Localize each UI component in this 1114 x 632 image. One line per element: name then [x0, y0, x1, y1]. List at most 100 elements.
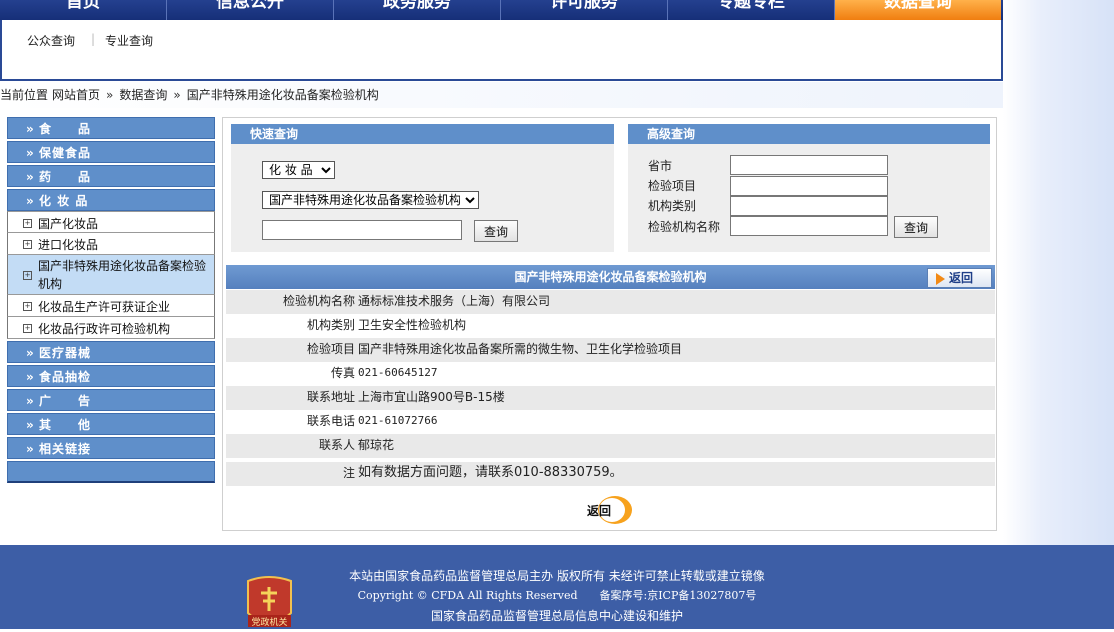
detail-row: 机构类别 卫生安全性检验机构 — [226, 314, 995, 338]
breadcrumb-current: 国产非特殊用途化妆品备案检验机构 — [186, 88, 379, 102]
category-select[interactable]: 化 妆 品 — [262, 161, 335, 179]
sidebar-cat-drugs[interactable]: » 药 品 — [7, 165, 215, 187]
row-value: 郁琼花 — [358, 438, 395, 452]
sidebar-cat-label: 相关链接 — [39, 442, 92, 456]
arrow-icon: » — [26, 346, 34, 360]
nav-item-home[interactable]: 首页 — [0, 0, 167, 20]
sidebar-sub-licensed-producers[interactable]: + 化妆品生产许可获证企业 — [7, 295, 215, 317]
sidebar-sub-label: 国产非特殊用途化妆品备案检验机构 — [38, 259, 207, 291]
note-value: 如有数据方面问题，请联系010-88330759。 — [358, 465, 623, 480]
arrow-icon: » — [26, 394, 34, 408]
nav-item-data-query[interactable]: 数据查询 — [835, 0, 1001, 20]
nav-item-topics[interactable]: 专题专栏 — [668, 0, 835, 20]
sidebar-cat-food-sampling[interactable]: » 食品抽检 — [7, 365, 215, 387]
sidebar-sub-label: 国产化妆品 — [38, 217, 99, 231]
sidebar-cat-health-food[interactable]: » 保健食品 — [7, 141, 215, 163]
breadcrumb-separator: » — [106, 88, 114, 102]
detail-row: 联系电话 021-61072766 — [226, 410, 995, 434]
detail-title: 国产非特殊用途化妆品备案检验机构 — [226, 265, 995, 289]
arrow-icon: » — [26, 170, 34, 184]
sidebar-sub-label: 化妆品生产许可获证企业 — [38, 300, 171, 314]
arrow-right-icon — [936, 272, 945, 285]
row-key: 检验机构名称 — [282, 294, 355, 308]
sidebar-cat-label: 医疗器械 — [39, 346, 92, 360]
quick-query-title: 快速查询 — [231, 124, 614, 144]
sidebar-sub-filing-labs[interactable]: + 国产非特殊用途化妆品备案检验机构 — [7, 255, 215, 295]
sidebar-cat-cosmetics[interactable]: » 化 妆 品 — [7, 189, 215, 211]
row-value: 021-61072766 — [358, 414, 438, 427]
row-value: 卫生安全性检验机构 — [358, 318, 467, 332]
expand-icon: + — [23, 302, 32, 311]
breadcrumb-data-query[interactable]: 数据查询 — [119, 88, 167, 102]
row-key: 检验项目 — [306, 342, 355, 356]
breadcrumb: 当前位置 网站首页 » 数据查询 » 国产非特殊用途化妆品备案检验机构 — [0, 82, 1003, 108]
sidebar-cat-links[interactable]: » 相关链接 — [7, 437, 215, 459]
background-gradient — [1003, 0, 1114, 545]
advanced-search-button[interactable]: 查询 — [894, 216, 939, 238]
footer-line-3: 国家食品药品监督管理总局信息中心建设和维护 — [430, 609, 683, 623]
sidebar-sub-domestic-cosmetics[interactable]: + 国产化妆品 — [7, 211, 215, 233]
arrow-icon: » — [26, 146, 34, 160]
org-name-input[interactable] — [730, 216, 888, 236]
breadcrumb-separator: » — [173, 88, 181, 102]
org-type-label: 机构类别 — [648, 199, 697, 213]
nav-item-gov-service[interactable]: 政务服务 — [334, 0, 501, 20]
sidebar-cat-label: 其 他 — [39, 418, 92, 432]
sidebar-sub-label: 化妆品行政许可检验机构 — [38, 322, 171, 336]
top-navigation: 首页 信息公开 政务服务 许可服务 专题专栏 数据查询 — [0, 0, 1003, 20]
main-content: 快速查询 化 妆 品 国产非特殊用途化妆品备案检验机构 查询 高级查询 省市 检… — [222, 117, 997, 531]
detail-row: 联系地址 上海市宜山路900号B-15楼 — [226, 386, 995, 410]
sidebar-cat-label: 药 品 — [39, 170, 92, 184]
row-value: 021-60645127 — [358, 366, 438, 379]
row-key: 联系人 — [318, 438, 355, 452]
sidebar-cat-food[interactable]: » 食 品 — [7, 117, 215, 139]
province-input[interactable] — [730, 155, 888, 175]
arrow-icon: » — [26, 122, 34, 136]
row-value: 上海市宜山路900号B-15楼 — [358, 390, 505, 404]
org-type-input[interactable] — [730, 196, 888, 216]
detail-row: 传真 021-60645127 — [226, 362, 995, 386]
test-item-input[interactable] — [730, 176, 888, 196]
back-button-small[interactable]: 返回 — [927, 268, 992, 288]
keyword-input[interactable] — [262, 220, 462, 240]
sidebar-footer-bar — [7, 461, 215, 483]
breadcrumb-home[interactable]: 网站首页 — [52, 88, 100, 102]
row-key: 传真 — [330, 366, 355, 380]
sidebar-cat-label: 食品抽检 — [39, 370, 92, 384]
detail-row: 联系人 郁琼花 — [226, 434, 995, 458]
type-select[interactable]: 国产非特殊用途化妆品备案检验机构 — [262, 191, 479, 209]
arrow-icon: » — [26, 370, 34, 384]
quick-query-panel: 快速查询 化 妆 品 国产非特殊用途化妆品备案检验机构 查询 — [231, 124, 614, 252]
arrow-icon: » — [26, 442, 34, 456]
footer-copyright: Copyright © CFDA All Rights Reserved 备案序… — [357, 589, 757, 602]
sidebar-sub-admin-labs[interactable]: + 化妆品行政许可检验机构 — [7, 317, 215, 339]
expand-icon: + — [23, 271, 32, 280]
expand-icon: + — [23, 324, 32, 333]
detail-row: 检验项目 国产非特殊用途化妆品备案所需的微生物、卫生化学检验项目 — [226, 338, 995, 362]
note-row: 注 如有数据方面问题，请联系010-88330759。 — [226, 462, 995, 486]
sidebar-sub-imported-cosmetics[interactable]: + 进口化妆品 — [7, 233, 215, 255]
arrow-icon: » — [26, 418, 34, 432]
sidebar-cat-label: 保健食品 — [39, 146, 92, 160]
row-key: 联系地址 — [306, 390, 355, 404]
footer: 党政机关 本站由国家食品药品监督管理总局主办 版权所有 未经许可禁止转载或建立镜… — [0, 545, 1114, 629]
sidebar-cat-ads[interactable]: » 广 告 — [7, 389, 215, 411]
advanced-query-title: 高级查询 — [628, 124, 990, 144]
row-value: 国产非特殊用途化妆品备案所需的微生物、卫生化学检验项目 — [358, 342, 683, 356]
org-name-label: 检验机构名称 — [648, 220, 721, 234]
nav-item-license[interactable]: 许可服务 — [501, 0, 668, 20]
back-button[interactable]: 返回 — [585, 494, 635, 526]
row-key: 机构类别 — [306, 318, 355, 332]
row-key: 联系电话 — [306, 414, 355, 428]
quick-search-button[interactable]: 查询 — [474, 220, 519, 242]
nav-item-info[interactable]: 信息公开 — [167, 0, 334, 20]
sidebar-cat-medical-devices[interactable]: » 医疗器械 — [7, 341, 215, 363]
sidebar-sub-label: 进口化妆品 — [38, 238, 99, 252]
public-query-link[interactable]: 公众查询 — [27, 32, 75, 49]
professional-query-link[interactable]: 专业查询 — [105, 32, 153, 49]
sidebar-cat-label: 食 品 — [39, 122, 92, 136]
footer-line-1: 本站由国家食品药品监督管理总局主办 版权所有 未经许可禁止转载或建立镜像 — [349, 569, 765, 583]
back-label: 返回 — [949, 271, 974, 285]
sidebar-cat-other[interactable]: » 其 他 — [7, 413, 215, 435]
sidebar-cat-label: 广 告 — [39, 394, 92, 408]
